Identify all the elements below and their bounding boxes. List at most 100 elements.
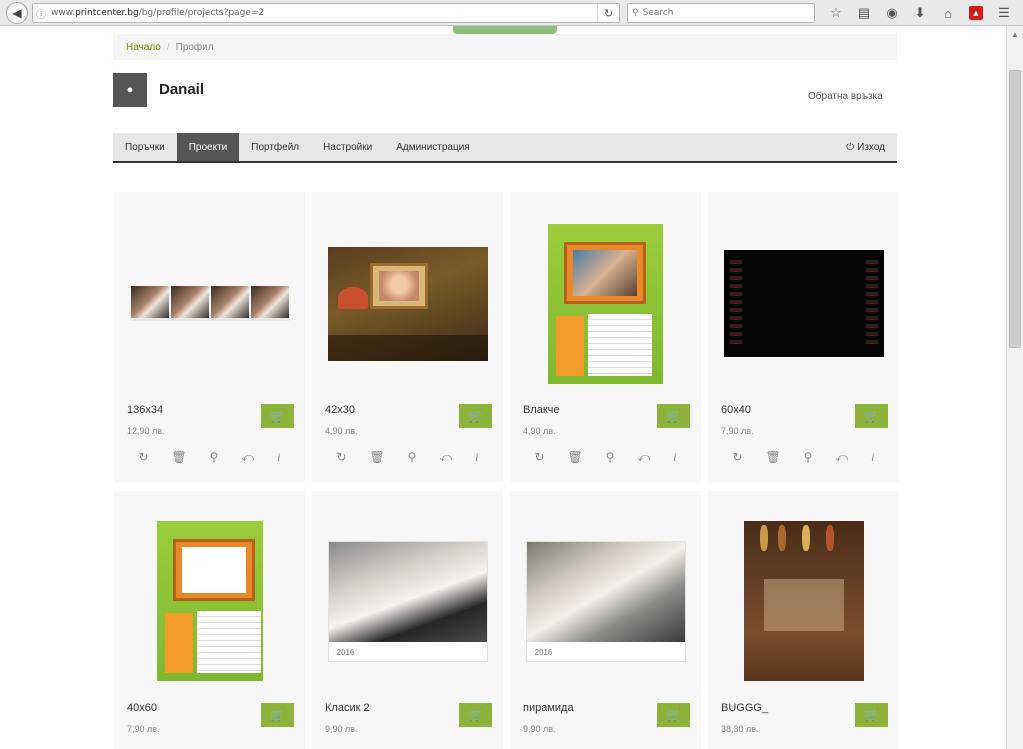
feedback-link[interactable]: Обратна връзка bbox=[808, 91, 883, 102]
tab-orders[interactable]: Поръчки bbox=[113, 133, 177, 161]
trash-icon[interactable]: 🗑 bbox=[171, 450, 186, 465]
add-to-cart-button[interactable]: 🛒 bbox=[855, 703, 888, 727]
project-card: 136x34 12,90 лв. 🛒 ↻ 🗑 ⚲ ⤺ i bbox=[114, 192, 305, 482]
tab-projects[interactable]: Проекти bbox=[176, 133, 240, 161]
search-input[interactable]: ⚲ Search bbox=[627, 3, 815, 23]
basket-icon: 🛒 bbox=[270, 409, 285, 423]
search-icon: ⚲ bbox=[632, 8, 639, 18]
power-icon: ⏻ bbox=[846, 141, 855, 153]
breadcrumb-separator: / bbox=[166, 41, 170, 53]
add-to-cart-button[interactable]: 🛒 bbox=[657, 703, 690, 727]
basket-icon: 🛒 bbox=[270, 708, 285, 722]
add-to-cart-button[interactable]: 🛒 bbox=[261, 404, 294, 428]
add-to-cart-button[interactable]: 🛒 bbox=[855, 404, 888, 428]
add-to-cart-button[interactable]: 🛒 bbox=[459, 703, 492, 727]
project-price: 9,90 лв. bbox=[523, 724, 556, 734]
site-info-icon[interactable]: ⓘ bbox=[33, 6, 49, 21]
project-price: 7,90 лв. bbox=[127, 724, 160, 734]
zoom-icon[interactable]: ⚲ bbox=[606, 450, 615, 465]
project-thumbnail[interactable] bbox=[114, 212, 305, 395]
project-card: 40x60 7,90 лв. 🛒 bbox=[114, 491, 305, 749]
project-name: 42x30 bbox=[325, 404, 355, 416]
add-to-cart-button[interactable]: 🛒 bbox=[261, 703, 294, 727]
project-price: 38,30 лв. bbox=[721, 724, 759, 734]
project-price: 9,90 лв. bbox=[325, 724, 358, 734]
avatar: ● bbox=[113, 73, 147, 107]
home-icon[interactable]: ⌂ bbox=[934, 3, 962, 23]
share-icon[interactable]: ⤺ bbox=[439, 450, 452, 465]
share-icon[interactable]: ⤺ bbox=[637, 450, 650, 465]
page-scrollbar[interactable]: ▲ bbox=[1006, 26, 1023, 749]
project-thumbnail[interactable]: 2016 bbox=[312, 511, 503, 691]
breadcrumb-current: Профил bbox=[175, 41, 214, 53]
add-to-cart-button[interactable]: 🛒 bbox=[459, 404, 492, 428]
basket-icon: 🛒 bbox=[468, 708, 483, 722]
project-thumbnail[interactable] bbox=[708, 212, 899, 395]
project-price: 4,90 лв. bbox=[523, 426, 556, 436]
project-card: 2016 пирамида 9,90 лв. 🛒 bbox=[510, 491, 701, 749]
trash-icon[interactable]: 🗑 bbox=[369, 450, 384, 465]
basket-icon: 🛒 bbox=[468, 409, 483, 423]
calendar-year: 2016 bbox=[534, 647, 553, 657]
info-icon[interactable]: i bbox=[673, 450, 676, 465]
back-button[interactable]: ◀ bbox=[6, 2, 28, 24]
url-text: www.printcenter.bg/bg/profile/projects?p… bbox=[51, 8, 265, 18]
profile-nav: Поръчки Проекти Портфейл Настройки Админ… bbox=[113, 133, 897, 163]
project-name: Класик 2 bbox=[325, 702, 370, 714]
project-price: 4,90 лв. bbox=[325, 426, 358, 436]
project-name: 136x34 bbox=[127, 404, 164, 416]
share-icon[interactable]: ⤺ bbox=[241, 450, 254, 465]
share-icon[interactable]: ⤺ bbox=[835, 450, 848, 465]
back-arrow-icon: ◀ bbox=[12, 6, 22, 20]
project-thumbnail[interactable] bbox=[114, 511, 305, 691]
breadcrumb: Начало / Профил bbox=[113, 34, 897, 60]
bookmarks-list-icon[interactable]: ▤ bbox=[850, 3, 878, 23]
breadcrumb-home-link[interactable]: Начало bbox=[126, 42, 161, 53]
refresh-icon[interactable]: ↻ bbox=[534, 450, 544, 465]
tab-wallet[interactable]: Портфейл bbox=[239, 133, 311, 161]
pocket-icon[interactable]: ◉ bbox=[878, 3, 906, 23]
logout-button[interactable]: ⏻ Изход bbox=[834, 133, 897, 161]
refresh-icon[interactable]: ↻ bbox=[336, 450, 346, 465]
logout-label: Изход bbox=[857, 141, 885, 153]
tab-administration[interactable]: Администрация bbox=[384, 133, 482, 161]
info-icon[interactable]: i bbox=[277, 450, 280, 465]
basket-icon: 🛒 bbox=[666, 708, 681, 722]
project-thumbnail[interactable]: 2016 bbox=[510, 511, 701, 691]
info-icon[interactable]: i bbox=[871, 450, 874, 465]
project-card: 42x30 4,90 лв. 🛒 ↻ 🗑 ⚲ ⤺ i bbox=[312, 192, 503, 482]
address-bar[interactable]: ⓘ www.printcenter.bg/bg/profile/projects… bbox=[32, 3, 620, 23]
project-thumbnail[interactable] bbox=[312, 212, 503, 395]
refresh-icon[interactable]: ↻ bbox=[732, 450, 742, 465]
zoom-icon[interactable]: ⚲ bbox=[210, 450, 219, 465]
calendar-year: 2016 bbox=[336, 647, 355, 657]
addon-icon[interactable]: ▲ bbox=[962, 3, 990, 23]
username: Danail bbox=[159, 81, 205, 98]
trash-icon[interactable]: 🗑 bbox=[567, 450, 582, 465]
download-icon[interactable]: ⬇ bbox=[906, 3, 934, 23]
menu-icon[interactable]: ☰ bbox=[990, 3, 1018, 23]
zoom-icon[interactable]: ⚲ bbox=[408, 450, 417, 465]
refresh-icon[interactable]: ↻ bbox=[138, 450, 148, 465]
info-icon[interactable]: i bbox=[475, 450, 478, 465]
basket-icon: 🛒 bbox=[864, 708, 879, 722]
project-card: 2016 Класик 2 9,90 лв. 🛒 bbox=[312, 491, 503, 749]
project-price: 7,90 лв. bbox=[721, 426, 754, 436]
reload-icon[interactable]: ↻ bbox=[597, 4, 619, 22]
project-thumbnail[interactable] bbox=[510, 212, 701, 395]
project-name: 40x60 bbox=[127, 702, 157, 714]
project-card: Влакче 4,90 лв. 🛒 ↻ 🗑 ⚲ ⤺ i bbox=[510, 192, 701, 482]
scroll-thumb[interactable] bbox=[1009, 70, 1021, 348]
project-price: 12,90 лв. bbox=[127, 426, 165, 436]
tab-settings[interactable]: Настройки bbox=[311, 133, 384, 161]
project-thumbnail[interactable] bbox=[708, 511, 899, 691]
project-name: BUGGG_ bbox=[721, 702, 769, 714]
trash-icon[interactable]: 🗑 bbox=[765, 450, 780, 465]
project-name: 60x40 bbox=[721, 404, 751, 416]
scroll-up-icon[interactable]: ▲ bbox=[1007, 26, 1023, 42]
add-to-cart-button[interactable]: 🛒 bbox=[657, 404, 690, 428]
zoom-icon[interactable]: ⚲ bbox=[804, 450, 813, 465]
bookmark-star-icon[interactable]: ☆ bbox=[822, 3, 850, 23]
browser-toolbar: ◀ ⓘ www.printcenter.bg/bg/profile/projec… bbox=[0, 0, 1023, 26]
project-card: BUGGG_ 38,30 лв. 🛒 bbox=[708, 491, 899, 749]
